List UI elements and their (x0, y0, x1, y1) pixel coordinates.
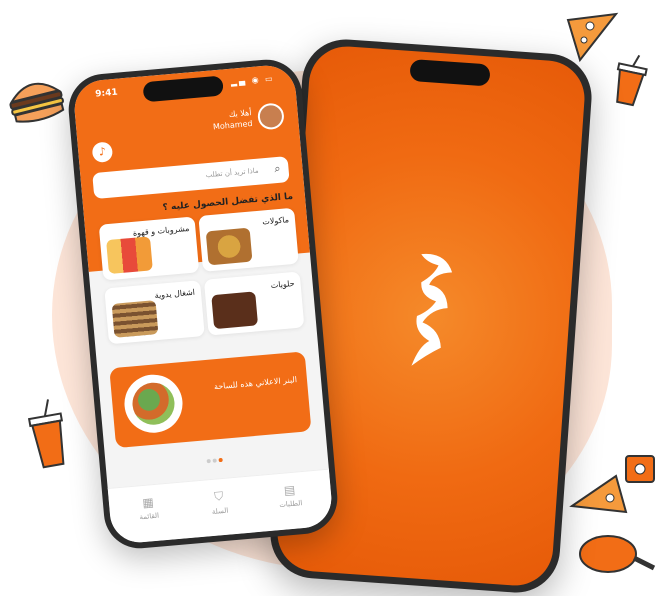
greeting-block: أهلا بك Mohamed (212, 107, 253, 132)
search-input[interactable]: ماذا تريد أن تطلب (205, 167, 259, 180)
category-card-drinks[interactable]: مشروبات و قهوة (98, 216, 200, 281)
nav-item-orders[interactable]: ▤ الطلبات (264, 481, 316, 510)
category-label: اشغال يدوية (154, 287, 196, 301)
app-screen: 9:41 ▂▄ ◉ ▭ أهلا بك Mohamed ♪ ماذا تريد … (72, 63, 334, 545)
grid-icon: ▦ (141, 495, 155, 511)
handicrafts-image (111, 300, 159, 338)
sweets-image (211, 291, 259, 330)
food-box-icon (625, 455, 655, 483)
bottom-nav: ▦ القائمة ⛉ السلة ▤ الطلبات (107, 468, 334, 545)
category-label: ماكولات (261, 215, 290, 227)
drink-cup-icon (616, 54, 648, 107)
status-time: 9:41 (94, 87, 119, 100)
category-card-food[interactable]: ماكولات (198, 207, 299, 272)
nav-label: القائمة (139, 511, 160, 522)
category-card-sweets[interactable]: حلويات (203, 271, 305, 336)
category-card-handicrafts[interactable]: اشغال يدوية (104, 280, 205, 345)
food-image (205, 227, 253, 266)
chicken-leg-icon (579, 535, 656, 573)
burger-icon (9, 82, 65, 123)
dynamic-island (409, 58, 491, 87)
drinks-image (106, 236, 153, 275)
nav-label: السلة (211, 506, 229, 516)
nav-item-menu[interactable]: ▦ القائمة (123, 493, 175, 522)
promo-banner[interactable]: البنر الاعلاني هذه للساحة (109, 351, 312, 449)
banner-text: البنر الاعلاني هذه للساحة (213, 375, 298, 392)
carousel-dots (205, 447, 225, 467)
salad-plate-image (122, 372, 185, 436)
orders-icon: ▤ (283, 482, 296, 498)
nav-item-cart[interactable]: ⛉ السلة (193, 487, 245, 517)
bag-icon: ⛉ (213, 488, 224, 504)
app-phone: 9:41 ▂▄ ◉ ▭ أهلا بك Mohamed ♪ ماذا تريد … (65, 56, 341, 552)
category-label: حلويات (270, 278, 295, 291)
app-logo (411, 253, 453, 366)
search-icon: ⌕ (273, 161, 282, 176)
nav-label: الطلبات (278, 499, 303, 510)
drink-cup-icon-left (27, 399, 65, 469)
